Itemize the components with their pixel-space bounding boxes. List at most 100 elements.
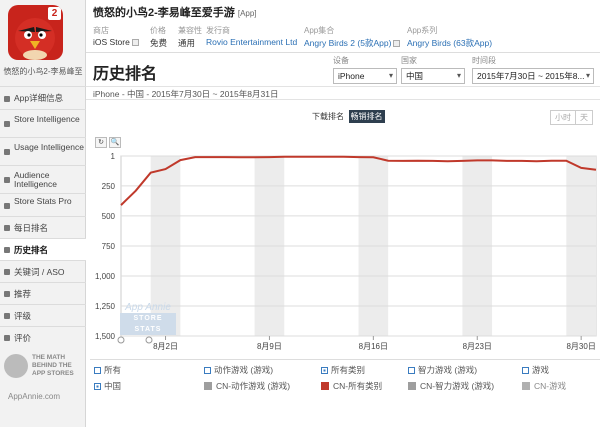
x-tick-label: 8月16日 [359, 342, 388, 351]
checkbox-icon[interactable] [204, 367, 211, 374]
y-axis: 1 250 500 750 1,000 1,250 1,500 [95, 152, 116, 341]
app-version-badge: 2 [48, 7, 61, 20]
y-tick-label: 1,500 [95, 332, 116, 341]
logo-url: AppAnnie.com [8, 392, 61, 401]
zoom-reset-button[interactable]: ↻ [95, 137, 107, 148]
sidebar-item-10[interactable]: 评价 [0, 326, 86, 348]
appannie-logo: THE MATH BEHIND THE APP STORES AppAnnie.… [4, 352, 82, 408]
sidebar-item-label: Store Intelligence [14, 114, 80, 124]
day-button[interactable]: 天 [576, 111, 592, 124]
meta-value: iOS Store [93, 37, 139, 47]
rank-type-tabs: 下载排名 畅销排名 [310, 110, 385, 123]
legend-label: 游戏 [532, 365, 550, 375]
legend-swatch[interactable] [204, 382, 212, 390]
sidebar-item-label: 推荐 [14, 288, 32, 299]
sidebar-app-name: 愤怒的小鸟2-李易峰至 [3, 67, 83, 76]
legend-label: CN-智力游戏 (游戏) [420, 381, 495, 391]
legend-label: CN-所有类别 [333, 381, 383, 391]
sidebar-item-label: 评级 [14, 310, 32, 321]
zoom-in-button[interactable]: 🔍 [109, 137, 121, 148]
legend-item[interactable]: 动作游戏 (游戏) [204, 364, 273, 376]
usage-icon [4, 149, 10, 155]
meta-4: App集合 Angry Birds 2 (5款App) [304, 25, 401, 49]
page-title: 历史排名 [93, 66, 158, 83]
calendar-icon [4, 225, 10, 231]
hour-button[interactable]: 小时 [551, 111, 576, 124]
chart-legend: 所有 动作游戏 (游戏) 所有类别 智力游戏 (游戏) 游戏中国 CN-动作游戏 (游戏)… [90, 359, 600, 399]
period-filter: 时间段 2015年7月30日 ~ 2015年8... [472, 55, 594, 84]
country-select[interactable]: 中国 [401, 68, 465, 84]
legend-item[interactable]: CN-动作游戏 (游戏) [204, 380, 290, 392]
watermark-line2: STORE STATS [120, 313, 176, 335]
x-axis: 8月2日 8月9日 8月16日 8月23日 8月30日 [117, 336, 596, 351]
legend-item[interactable]: CN-游戏 [522, 380, 566, 392]
reset-icon: ↻ [98, 139, 104, 146]
sidebar-item-3[interactable]: Audience Intelligence [0, 165, 86, 193]
legend-item[interactable]: CN-所有类别 [321, 380, 382, 392]
range-handle-start [117, 336, 125, 344]
x-tick-label: 8月2日 [153, 342, 178, 351]
legend-item[interactable]: CN-智力游戏 (游戏) [408, 380, 494, 392]
dropdown-icon[interactable] [131, 39, 139, 47]
sidebar-item-4[interactable]: Store Stats Pro [0, 193, 86, 216]
legend-swatch[interactable] [408, 382, 416, 390]
tab-grossing-rank[interactable]: 畅销排名 [348, 110, 385, 123]
logo-mark-icon [4, 354, 28, 378]
meta-1: 价格 免费 [150, 25, 167, 49]
country-filter-label: 国家 [401, 56, 417, 65]
meta-key: App系列 [407, 26, 438, 35]
history-icon [4, 247, 10, 253]
y-tick-label: 1,250 [95, 302, 116, 311]
keyword-icon [4, 269, 10, 275]
sidebar-item-label: Audience Intelligence [14, 170, 58, 189]
checkbox-icon[interactable] [522, 367, 529, 374]
sidebar-item-7[interactable]: 关键词 / ASO [0, 260, 86, 282]
device-filter-label: 设备 [333, 56, 349, 65]
checkbox-checked-icon[interactable] [321, 367, 328, 374]
meta-value: 通用 [178, 38, 196, 48]
granularity-toggle: 小时天 [550, 110, 593, 125]
sidebar-item-9[interactable]: 评级 [0, 304, 86, 326]
legend-item[interactable]: 智力游戏 (游戏) [408, 364, 477, 376]
sidebar-item-2[interactable]: Usage Intelligence [0, 137, 86, 165]
legend-swatch[interactable] [522, 382, 530, 390]
legend-item[interactable]: 所有类别 [321, 364, 365, 376]
y-tick-label: 500 [102, 212, 116, 221]
x-tick-label: 8月9日 [257, 342, 282, 351]
tab-downloads-rank[interactable]: 下载排名 [310, 110, 346, 123]
y-tick-label: 250 [102, 182, 116, 191]
checkbox-icon[interactable] [408, 367, 415, 374]
legend-item[interactable]: 中国 [94, 380, 121, 392]
watermark-line1: App Annie [125, 302, 171, 313]
appannie-watermark: App Annie STORE STATS [120, 302, 176, 335]
meta-value[interactable]: Rovio Entertainment Ltd [206, 37, 297, 47]
sidebar-item-0[interactable]: App详细信息 [0, 86, 86, 109]
sidebar-item-5[interactable]: 每日排名 [0, 216, 86, 238]
sidebar-item-label: 评价 [14, 332, 32, 343]
app-type-tag: [App] [237, 9, 257, 18]
sidebar-item-label: 历史排名 [14, 244, 49, 255]
header-divider [86, 52, 600, 53]
checkbox-icon[interactable] [94, 367, 101, 374]
legend-label: CN-动作游戏 (游戏) [216, 381, 291, 391]
legend-item[interactable]: 游戏 [522, 364, 549, 376]
sidebar-item-1[interactable]: Store Intelligence [0, 109, 86, 137]
app-icon[interactable]: 2 [8, 5, 63, 60]
sidebar-item-8[interactable]: 推荐 [0, 282, 86, 304]
period-select[interactable]: 2015年7月30日 ~ 2015年8... [472, 68, 594, 84]
meta-key: 价格 [150, 26, 166, 35]
meta-value[interactable]: Angry Birds (63款App) [407, 37, 492, 49]
sidebar-item-6[interactable]: 历史排名 [0, 238, 87, 260]
sidebar-item-label: Store Stats Pro [14, 195, 72, 206]
checkbox-checked-icon[interactable] [94, 383, 101, 390]
legend-swatch[interactable] [321, 382, 329, 390]
period-filter-label: 时间段 [472, 56, 496, 65]
legend-item[interactable]: 所有 [94, 364, 121, 376]
dropdown-icon[interactable] [393, 40, 401, 48]
legend-label: 所有 [104, 365, 122, 375]
meta-0: 商店 iOS Store [93, 25, 139, 47]
legend-label: 所有类别 [331, 365, 366, 375]
sidebar-item-label: Usage Intelligence [14, 142, 84, 152]
meta-value[interactable]: Angry Birds 2 (5款App) [304, 37, 401, 49]
device-select[interactable]: iPhone [333, 68, 397, 84]
